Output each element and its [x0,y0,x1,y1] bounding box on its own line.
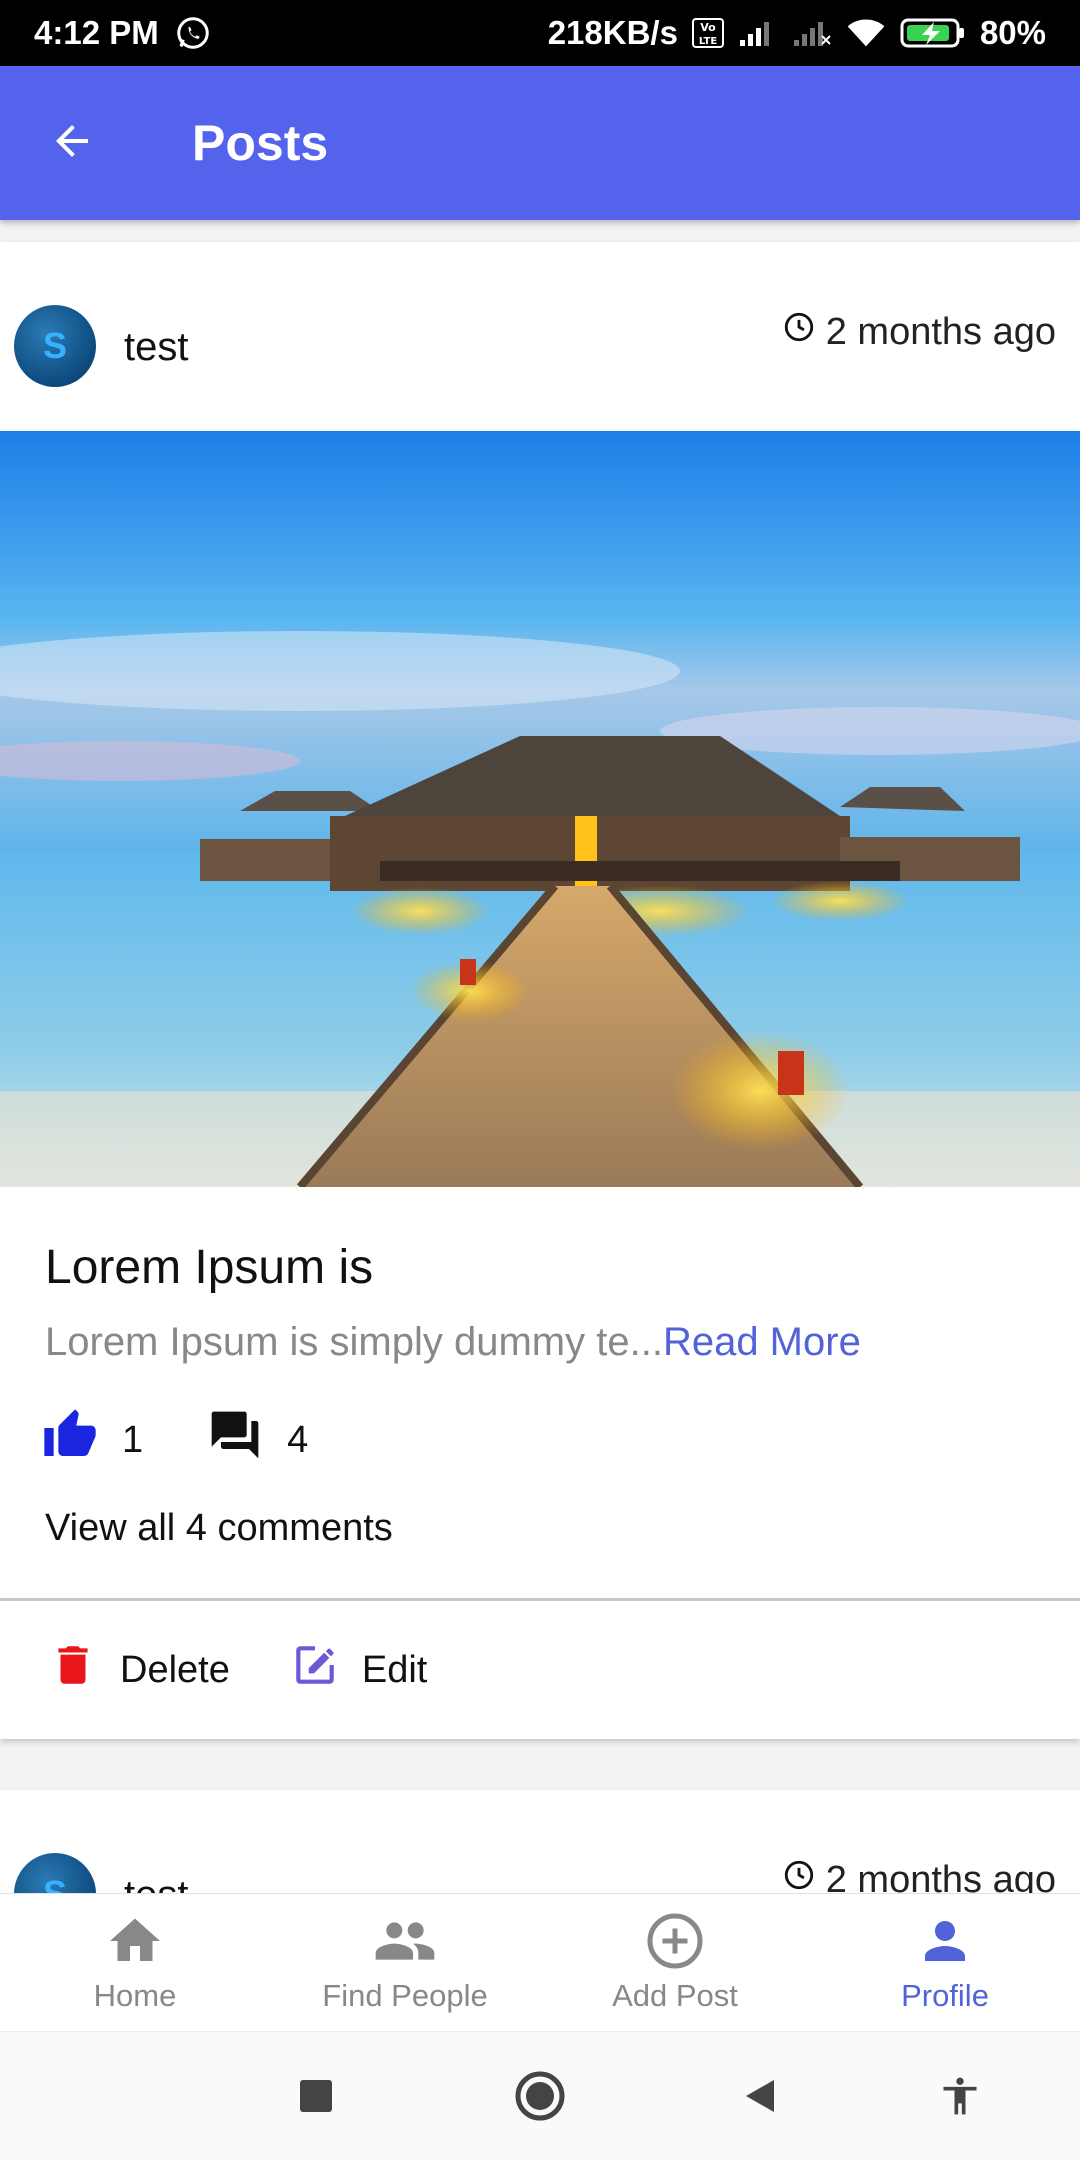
person-icon [915,1911,975,1979]
post-author[interactable]: test [124,1873,188,1893]
back-button[interactable] [36,107,108,179]
nav-find-people[interactable]: Find People [270,1894,540,2031]
avatar[interactable]: S [14,305,96,387]
square-icon [298,2078,334,2119]
nav-profile[interactable]: Profile [810,1894,1080,2031]
status-time: 4:12 PM [34,14,159,51]
add-circle-icon [645,1911,705,1979]
post-time: 2 months ago [782,310,1056,354]
nav-add-post[interactable]: Add Post [540,1894,810,2031]
nav-home[interactable]: Home [0,1894,270,2031]
battery-charging-icon [900,17,966,49]
home-icon [105,1911,165,1979]
post-stats: 1 4 [42,1407,309,1473]
read-more-link[interactable]: Read More [663,1320,861,1364]
accessibility-icon [938,2074,982,2123]
app-bar: Posts [0,66,1080,220]
view-all-comments-link[interactable]: View all 4 comments [45,1507,393,1550]
accessibility-button[interactable] [932,2070,988,2126]
posts-feed[interactable]: S test 2 months ago Lorem Ipsum is Lorem… [0,220,1080,1893]
edit-label: Edit [361,1648,428,1691]
people-icon [373,1909,437,1981]
edit-button[interactable]: Edit [290,1640,427,1700]
system-navigation-bar [0,2031,1080,2160]
comment-count: 4 [287,1418,309,1461]
delete-label: Delete [120,1648,230,1691]
status-bar: 4:12 PM 218KB/s Vo LTE 80% [0,0,1080,66]
svg-text:LTE: LTE [699,36,718,47]
back-nav-button[interactable] [732,2070,788,2126]
post-header: S test 2 months ago [0,242,1080,408]
svg-text:Vo: Vo [700,21,716,34]
battery-percent: 80% [979,14,1046,51]
signal-2-icon [792,18,832,48]
volte-icon: Vo LTE [691,18,724,48]
post-card: S test 2 months ago [0,1790,1080,1893]
nav-find-people-label: Find People [322,1978,488,2013]
post-card: S test 2 months ago [0,242,1080,1739]
triangle-back-icon [740,2076,780,2121]
arrow-left-icon [48,117,96,170]
whatsapp-icon [175,15,211,51]
delete-button[interactable]: Delete [48,1640,230,1700]
thumbs-up-icon [42,1409,98,1472]
post-time: 2 months ago [782,1858,1056,1893]
edit-icon [290,1640,340,1700]
comments-button[interactable] [207,1407,263,1473]
nav-add-post-label: Add Post [612,1978,738,2013]
page-title: Posts [192,115,329,171]
like-count: 1 [122,1418,144,1461]
chat-bubbles-icon [207,1411,263,1472]
nav-profile-label: Profile [901,1978,989,2013]
post-excerpt-text: Lorem Ipsum is simply dummy te... [45,1320,663,1364]
post-time-text: 2 months ago [825,1858,1056,1894]
post-title: Lorem Ipsum is [45,1241,374,1294]
bottom-navigation: Home Find People Add Post Profile [0,1893,1080,2031]
home-button[interactable] [512,2070,568,2126]
clock-icon [782,310,816,354]
wifi-icon [846,18,886,48]
avatar[interactable]: S [14,1853,96,1893]
nav-home-label: Home [93,1978,177,2013]
circle-icon [514,2070,566,2127]
post-actions: Delete Edit [0,1601,1080,1739]
post-time-text: 2 months ago [825,310,1056,353]
like-button[interactable] [42,1407,98,1473]
post-author[interactable]: test [124,325,188,370]
post-excerpt: Lorem Ipsum is simply dummy te...Read Mo… [45,1320,861,1365]
recents-button[interactable] [288,2070,344,2126]
post-image[interactable] [0,431,1080,1187]
signal-icon [738,18,778,48]
trash-icon [48,1640,98,1700]
network-speed: 218KB/s [547,14,678,51]
post-header: S test 2 months ago [0,1790,1080,1893]
clock-icon [782,1858,816,1893]
